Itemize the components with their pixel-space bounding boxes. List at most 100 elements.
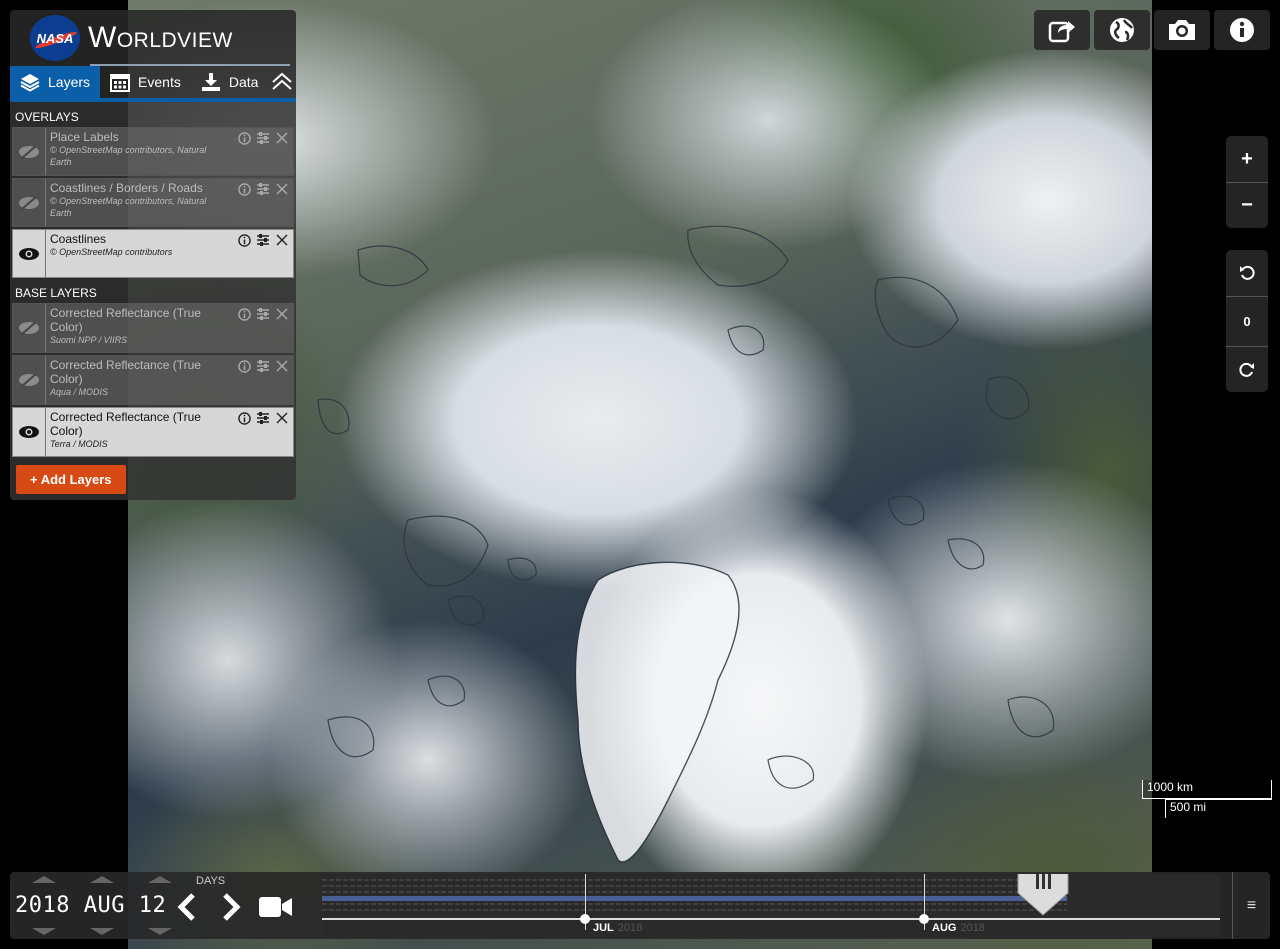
layer-source: © OpenStreetMap contributors	[50, 247, 173, 257]
eye-slash-icon	[19, 195, 39, 210]
month-dot	[919, 914, 929, 924]
previous-day-button[interactable]	[173, 892, 203, 922]
layer-options-icon[interactable]	[256, 233, 270, 247]
data-availability-bars	[322, 879, 1067, 911]
collapse-sidebar-button[interactable]	[268, 66, 296, 98]
info-button[interactable]	[1214, 10, 1270, 50]
layer-item[interactable]: Corrected Reflectance (True Color) Aqua …	[12, 355, 294, 405]
next-day-button[interactable]	[215, 892, 245, 922]
timeline-track[interactable]: JUL 2018 AUG 2018	[322, 874, 1220, 937]
share-icon	[1048, 21, 1075, 43]
remove-layer-icon[interactable]	[275, 182, 289, 196]
scale-km: 1000 km	[1142, 780, 1272, 799]
base-layers-heading: BASE LAYERS	[15, 286, 97, 300]
layer-source: © OpenStreetMap contributors, Natural Ea…	[50, 145, 207, 167]
share-button[interactable]	[1034, 10, 1090, 50]
add-layers-button[interactable]: + Add Layers	[16, 465, 126, 494]
layer-name: Corrected Reflectance (True Color)	[50, 306, 201, 334]
layer-source: Aqua / MODIS	[50, 387, 109, 397]
year-down-arrow[interactable]	[32, 928, 56, 935]
chevron-left-icon	[177, 893, 195, 921]
chevron-up-icon	[272, 72, 292, 90]
visibility-toggle[interactable]	[13, 304, 46, 352]
projection-button[interactable]	[1094, 10, 1150, 50]
layer-item[interactable]: Place Labels © OpenStreetMap contributor…	[12, 127, 294, 176]
tab-data[interactable]: Data	[191, 66, 269, 98]
layer-options-icon[interactable]	[256, 307, 270, 321]
snapshot-button[interactable]	[1154, 10, 1210, 50]
layer-item[interactable]: Coastlines / Borders / Roads © OpenStree…	[12, 178, 294, 227]
rotate-left-button[interactable]	[1226, 250, 1268, 296]
year-up-arrow[interactable]	[32, 876, 56, 883]
tab-events[interactable]: Events	[100, 66, 191, 98]
rotate-ccw-icon	[1240, 265, 1255, 280]
brand-divider	[90, 64, 290, 66]
layer-sidebar: NASA Worldview Layers Events Data OVERLA…	[10, 10, 296, 500]
eye-slash-icon	[19, 373, 39, 387]
handle-grip-icon	[1017, 874, 1069, 916]
remove-layer-icon[interactable]	[275, 233, 289, 247]
zoom-out-button[interactable]: −	[1226, 182, 1268, 228]
remove-layer-icon[interactable]	[275, 359, 289, 373]
info-icon[interactable]	[237, 182, 251, 196]
layer-name: Coastlines / Borders / Roads	[50, 181, 203, 195]
rotate-right-button[interactable]	[1226, 346, 1268, 392]
info-icon	[1230, 18, 1254, 42]
visibility-toggle[interactable]	[13, 356, 46, 404]
reset-rotation-button[interactable]: 0	[1226, 296, 1268, 346]
nasa-logo: NASA	[30, 15, 80, 61]
month-label-aug: AUG 2018	[932, 922, 985, 934]
current-date[interactable]: 2018 AUG 12	[15, 893, 166, 918]
month-down-arrow[interactable]	[90, 928, 114, 935]
day-up-arrow[interactable]	[148, 876, 172, 883]
info-icon[interactable]	[237, 359, 251, 373]
layer-options-icon[interactable]	[256, 359, 270, 373]
layer-name: Corrected Reflectance (True Color)	[50, 410, 201, 438]
menu-icon: ≡	[1246, 896, 1257, 914]
download-icon	[201, 72, 221, 92]
remove-layer-icon[interactable]	[275, 411, 289, 425]
layer-options-icon[interactable]	[256, 131, 270, 145]
visibility-toggle[interactable]	[13, 408, 46, 456]
layer-options-icon[interactable]	[256, 411, 270, 425]
tab-layers[interactable]: Layers	[10, 66, 101, 98]
layer-item[interactable]: Coastlines © OpenStreetMap contributors	[12, 229, 294, 278]
info-icon[interactable]	[237, 233, 251, 247]
layers-panel: OVERLAYS Place Labels © OpenStreetMap co…	[10, 102, 296, 500]
animation-button[interactable]	[258, 894, 294, 925]
layer-options-icon[interactable]	[256, 182, 270, 196]
tab-layers-label: Layers	[48, 74, 91, 90]
remove-layer-icon[interactable]	[275, 131, 289, 145]
eye-icon	[19, 247, 39, 260]
scale-mi: 500 mi	[1165, 799, 1272, 818]
rotate-cw-icon	[1239, 362, 1254, 377]
visibility-toggle[interactable]	[13, 230, 46, 277]
timeline-menu-button[interactable]: ≡	[1232, 872, 1270, 939]
info-icon[interactable]	[237, 307, 251, 321]
zoom-in-button[interactable]: +	[1226, 136, 1268, 182]
layer-name: Corrected Reflectance (True Color)	[50, 358, 201, 386]
date-selector-handle[interactable]	[1014, 874, 1072, 917]
date-increment-arrows	[32, 876, 172, 883]
visibility-toggle[interactable]	[13, 179, 46, 226]
layer-name: Coastlines	[50, 232, 107, 246]
chevron-right-icon	[223, 893, 241, 921]
layer-source: Terra / MODIS	[50, 439, 108, 449]
timeline: 2018 AUG 12 DAYS JUL 2018 AUG 2018 ≡	[10, 872, 1270, 939]
layer-item[interactable]: Corrected Reflectance (True Color) Suomi…	[12, 303, 294, 353]
interval-label[interactable]: DAYS	[196, 875, 225, 887]
visibility-toggle[interactable]	[13, 128, 46, 175]
info-icon[interactable]	[237, 131, 251, 145]
remove-layer-icon[interactable]	[275, 307, 289, 321]
camera-icon	[1169, 20, 1195, 40]
map-toolbar	[1034, 10, 1270, 50]
info-icon[interactable]	[237, 411, 251, 425]
month-up-arrow[interactable]	[90, 876, 114, 883]
day-down-arrow[interactable]	[148, 928, 172, 935]
calendar-icon	[110, 72, 131, 92]
layer-item[interactable]: Corrected Reflectance (True Color) Terra…	[12, 407, 294, 457]
zoom-controls: + −	[1226, 136, 1268, 228]
date-decrement-arrows	[32, 928, 172, 935]
brand-header[interactable]: NASA Worldview	[10, 10, 296, 66]
tab-data-label: Data	[228, 74, 259, 90]
